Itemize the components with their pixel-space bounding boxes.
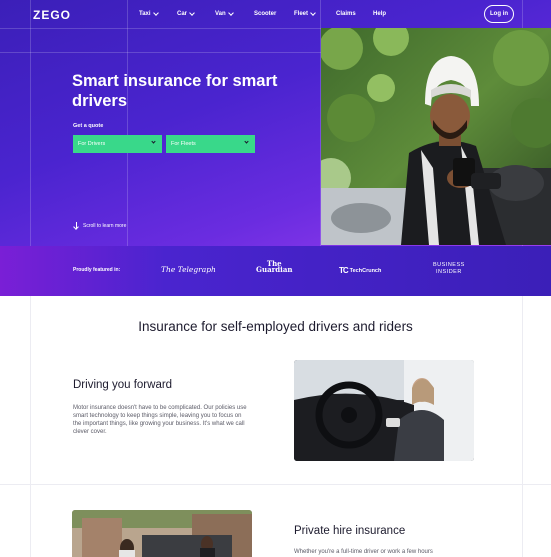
nav-item-scooter[interactable]: Scooter	[254, 11, 276, 17]
techcrunch-mark-icon: TC	[339, 266, 349, 275]
quote-label: Get a quote	[73, 123, 104, 129]
hero-rider-photo	[321, 28, 551, 245]
dropdown-value: For Drivers	[78, 141, 106, 147]
quote-type-dropdown-drivers[interactable]: For Drivers	[73, 135, 162, 153]
scroll-hint-link[interactable]: Scroll to learn more	[73, 222, 126, 230]
hero-section: ZEGO Taxi Car Van Scooter Fleet Claims H…	[0, 0, 551, 246]
nav-item-label: Fleet	[294, 11, 309, 17]
chevron-down-icon	[310, 10, 316, 16]
grid-line	[522, 296, 523, 557]
nav-item-label: Van	[215, 11, 226, 17]
nav-item-van[interactable]: Van	[215, 10, 234, 17]
nav-item-label: Help	[373, 11, 387, 17]
chevron-down-icon	[152, 10, 159, 16]
zego-logo[interactable]: ZEGO	[33, 8, 71, 22]
card-title-driving-forward: Driving you forward	[73, 379, 173, 391]
car-interior-photo	[294, 360, 474, 461]
card-body-driving-forward: Motor insurance doesn't have to be compl…	[73, 405, 247, 435]
grid-line	[30, 296, 31, 557]
chevron-down-icon	[244, 139, 249, 144]
telegraph-logo: The Telegraph	[161, 265, 216, 274]
nav-item-help[interactable]: Help	[373, 11, 386, 17]
quote-type-dropdown-fleets[interactable]: For Fleets	[166, 135, 255, 153]
chevron-down-icon	[151, 139, 156, 144]
dropdown-value: For Fleets	[171, 141, 196, 147]
grid-line	[30, 0, 31, 246]
nav-item-fleet[interactable]: Fleet	[294, 10, 316, 17]
featured-label: Proudly featured in:	[73, 267, 121, 273]
nav-item-label: Car	[177, 11, 188, 17]
nav-item-label: Claims	[336, 11, 356, 17]
scroll-hint-label: Scroll to learn more	[83, 223, 127, 229]
featured-in-bar: Proudly featured in: The Telegraph The Gu…	[0, 246, 551, 296]
nav-item-label: Taxi	[139, 11, 151, 17]
arrow-down-icon	[73, 222, 79, 230]
business-insider-logo: BUSINESS INSIDER	[433, 262, 465, 275]
street-drivers-photo	[72, 510, 252, 557]
hero-headline: Smart insurance for smart drivers	[72, 72, 278, 110]
grid-line	[127, 0, 128, 246]
nav-item-label: Scooter	[254, 11, 277, 17]
nav-item-taxi[interactable]: Taxi	[139, 10, 159, 17]
techcrunch-logo: TC TechCrunch	[339, 266, 382, 275]
nav-item-car[interactable]: Car	[177, 10, 195, 17]
chevron-down-icon	[189, 10, 195, 16]
chevron-down-icon	[227, 10, 234, 16]
section-title: Insurance for self-employed drivers and …	[138, 319, 413, 334]
guardian-logo: The Guardian	[256, 259, 293, 274]
top-navigation: ZEGO Taxi Car Van Scooter Fleet Claims H…	[0, 0, 551, 28]
nav-item-claims[interactable]: Claims	[336, 11, 356, 17]
login-button[interactable]: Log in	[484, 5, 514, 23]
card-title-private-hire: Private hire insurance	[294, 525, 406, 537]
section-divider	[0, 484, 551, 485]
card-body-private-hire: Whether you're a full-time driver or wor…	[294, 549, 433, 555]
